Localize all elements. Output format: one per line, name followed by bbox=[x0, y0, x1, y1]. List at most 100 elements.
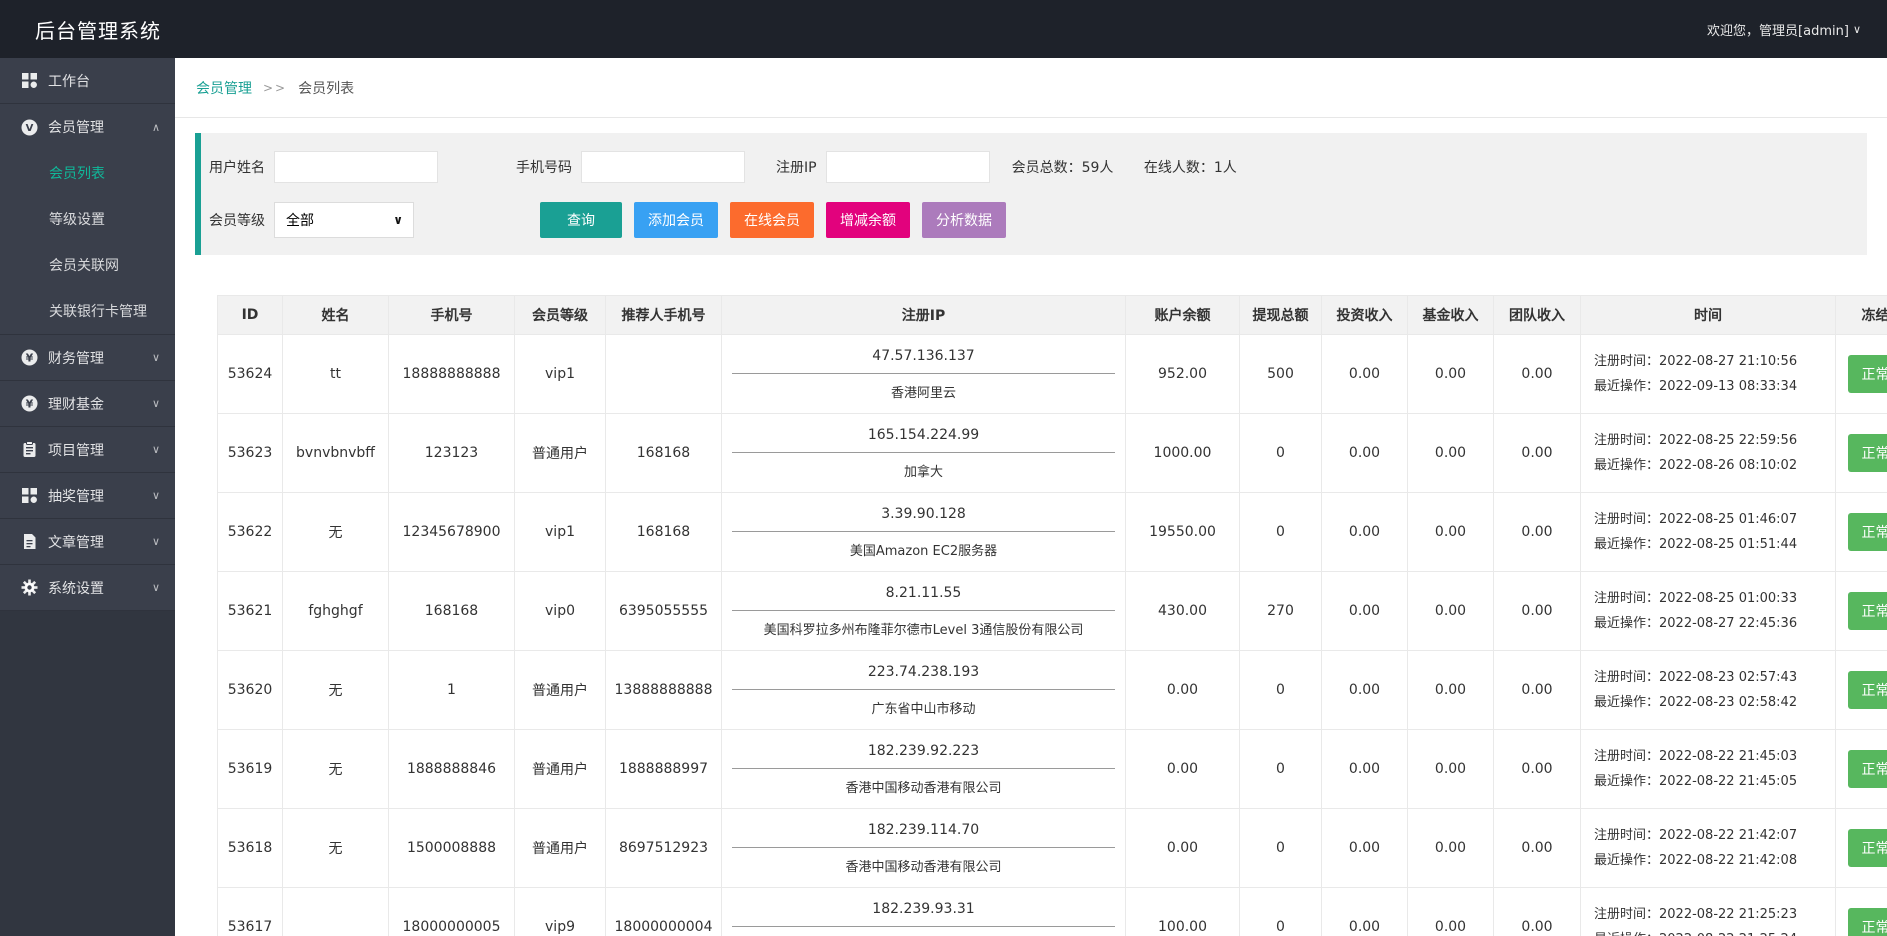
adjust-balance-button[interactable]: 增减余额 bbox=[826, 202, 910, 238]
main-content: 会员管理 >> 会员列表 用户姓名 手机号码 注册IP 会员总数：59人 在线人… bbox=[175, 58, 1887, 936]
register-time-line: 注册时间：2022-08-25 22:59:56 bbox=[1594, 428, 1835, 453]
chevron-down-icon: ∨ bbox=[152, 535, 160, 548]
sidebar-item-level-settings[interactable]: 等级设置 bbox=[0, 196, 175, 242]
cell-level: vip9 bbox=[515, 888, 606, 936]
register-time-line: 注册时间：2022-08-25 01:46:07 bbox=[1594, 507, 1835, 532]
ip-address: 47.57.136.137 bbox=[732, 348, 1115, 374]
ip-location: 广东省中山市移动 bbox=[722, 690, 1125, 717]
sidebar-item-bank-card[interactable]: 关联银行卡管理 bbox=[0, 288, 175, 334]
column-header-invest-income: 投资收入 bbox=[1322, 296, 1408, 335]
cell-team-income: 0.00 bbox=[1494, 888, 1581, 936]
svg-text:V: V bbox=[26, 123, 34, 134]
status-normal-badge[interactable]: 正常 bbox=[1848, 513, 1887, 551]
table-row: 53624 tt 18888888888 vip1 47.57.136.137 … bbox=[218, 335, 1887, 414]
cell-name: fghghgf bbox=[283, 572, 389, 651]
admin-account-menu[interactable]: 欢迎您，管理员[admin] ∨ bbox=[1707, 20, 1887, 39]
sidebar-item-member-list[interactable]: 会员列表 bbox=[0, 150, 175, 196]
cell-fund-income: 0.00 bbox=[1408, 730, 1494, 809]
cell-name: tt bbox=[283, 335, 389, 414]
sidebar-item-member-management[interactable]: V 会员管理 ∧ bbox=[0, 104, 175, 150]
cell-id: 53622 bbox=[218, 493, 283, 572]
last-operation-line: 最近操作：2022-08-22 21:45:05 bbox=[1594, 769, 1835, 794]
column-header-team-income: 团队收入 bbox=[1494, 296, 1581, 335]
sidebar-item-system-settings[interactable]: 系统设置 ∨ bbox=[0, 565, 175, 611]
phone-input[interactable] bbox=[581, 151, 745, 183]
username-label: 用户姓名 bbox=[209, 157, 265, 177]
status-normal-badge[interactable]: 正常 bbox=[1848, 434, 1887, 472]
member-table: ID 姓名 手机号 会员等级 推荐人手机号 注册IP 账户余额 提现总额 投资收… bbox=[217, 295, 1887, 936]
column-header-register-ip: 注册IP bbox=[722, 296, 1126, 335]
cell-time: 注册时间：2022-08-22 21:42:07 最近操作：2022-08-22… bbox=[1581, 809, 1836, 888]
cell-register-ip: 165.154.224.99 加拿大 bbox=[722, 414, 1126, 493]
breadcrumb-parent-link[interactable]: 会员管理 bbox=[196, 78, 252, 98]
status-normal-badge[interactable]: 正常 bbox=[1848, 671, 1887, 709]
cell-balance: 1000.00 bbox=[1126, 414, 1240, 493]
cell-register-ip: 182.239.93.31 香港中国移动香港有限公司 bbox=[722, 888, 1126, 936]
cell-level: 普通用户 bbox=[515, 651, 606, 730]
settings-gear-icon bbox=[21, 579, 38, 596]
status-normal-badge[interactable]: 正常 bbox=[1848, 355, 1887, 393]
filter-row-actions: 会员等级 全部 ∨ 查询 添加会员 在线会员 增减余额 分析数据 bbox=[209, 202, 1867, 238]
member-level-label: 会员等级 bbox=[209, 210, 265, 230]
cell-withdraw: 270 bbox=[1240, 572, 1322, 651]
table-row: 53617 18000000005 vip9 18000000004 182.2… bbox=[218, 888, 1887, 936]
cell-withdraw: 0 bbox=[1240, 888, 1322, 936]
cell-id: 53624 bbox=[218, 335, 283, 414]
breadcrumb-current: 会员列表 bbox=[298, 78, 354, 98]
cell-withdraw: 0 bbox=[1240, 730, 1322, 809]
online-members-value: 1人 bbox=[1214, 160, 1237, 176]
query-button[interactable]: 查询 bbox=[540, 202, 622, 238]
total-members-label: 会员总数： bbox=[1012, 160, 1082, 176]
cell-register-ip: 182.239.92.223 香港中国移动香港有限公司 bbox=[722, 730, 1126, 809]
member-level-selected-value: 全部 bbox=[286, 210, 314, 230]
sidebar-item-article[interactable]: 文章管理 ∨ bbox=[0, 519, 175, 565]
member-table-wrap: ID 姓名 手机号 会员等级 推荐人手机号 注册IP 账户余额 提现总额 投资收… bbox=[217, 295, 1887, 936]
status-normal-badge[interactable]: 正常 bbox=[1848, 592, 1887, 630]
ip-location: 美国Amazon EC2服务器 bbox=[722, 532, 1125, 559]
sidebar-item-workbench[interactable]: 工作台 bbox=[0, 58, 175, 104]
add-member-button[interactable]: 添加会员 bbox=[634, 202, 718, 238]
ip-address: 182.239.92.223 bbox=[732, 743, 1115, 769]
cell-phone: 12345678900 bbox=[389, 493, 515, 572]
cell-fund-income: 0.00 bbox=[1408, 414, 1494, 493]
cell-referrer: 168168 bbox=[606, 414, 722, 493]
sidebar-item-project[interactable]: 项目管理 ∨ bbox=[0, 427, 175, 473]
app-title: 后台管理系统 bbox=[0, 15, 161, 44]
analyze-data-button[interactable]: 分析数据 bbox=[922, 202, 1006, 238]
svg-text:¥: ¥ bbox=[26, 352, 34, 365]
cell-time: 注册时间：2022-08-22 21:45:03 最近操作：2022-08-22… bbox=[1581, 730, 1836, 809]
cell-referrer: 168168 bbox=[606, 493, 722, 572]
sidebar-item-finance[interactable]: ¥ 财务管理 ∨ bbox=[0, 335, 175, 381]
username-input[interactable] bbox=[274, 151, 438, 183]
phone-label: 手机号码 bbox=[516, 157, 572, 177]
cell-balance: 0.00 bbox=[1126, 730, 1240, 809]
cell-invest-income: 0.00 bbox=[1322, 809, 1408, 888]
status-normal-badge[interactable]: 正常 bbox=[1848, 750, 1887, 788]
member-v-icon: V bbox=[21, 119, 38, 136]
cell-balance: 0.00 bbox=[1126, 809, 1240, 888]
cell-team-income: 0.00 bbox=[1494, 335, 1581, 414]
cell-level: 普通用户 bbox=[515, 414, 606, 493]
cell-name bbox=[283, 888, 389, 936]
finance-yen-icon: ¥ bbox=[21, 349, 38, 366]
member-level-select[interactable]: 全部 ∨ bbox=[274, 202, 414, 238]
cell-level: 普通用户 bbox=[515, 730, 606, 809]
online-members-button[interactable]: 在线会员 bbox=[730, 202, 814, 238]
column-header-phone: 手机号 bbox=[389, 296, 515, 335]
register-ip-input[interactable] bbox=[826, 151, 990, 183]
cell-phone: 1888888846 bbox=[389, 730, 515, 809]
cell-withdraw: 0 bbox=[1240, 493, 1322, 572]
status-normal-badge[interactable]: 正常 bbox=[1848, 829, 1887, 867]
sidebar-group-member: V 会员管理 ∧ 会员列表 等级设置 会员关联网 关联银行卡管理 bbox=[0, 104, 175, 335]
cell-freeze-status: 正常 bbox=[1836, 651, 1887, 730]
cell-referrer bbox=[606, 335, 722, 414]
sidebar-nav: 工作台 V 会员管理 ∧ 会员列表 等级设置 会员关联网 关联银行卡管理 bbox=[0, 58, 175, 611]
sidebar-item-lottery[interactable]: 抽奖管理 ∨ bbox=[0, 473, 175, 519]
column-header-balance: 账户余额 bbox=[1126, 296, 1240, 335]
sidebar-item-member-network[interactable]: 会员关联网 bbox=[0, 242, 175, 288]
status-normal-badge[interactable]: 正常 bbox=[1848, 908, 1887, 936]
cell-freeze-status: 正常 bbox=[1836, 730, 1887, 809]
ip-address: 8.21.11.55 bbox=[732, 585, 1115, 611]
sidebar-item-fund[interactable]: ¥ 理财基金 ∨ bbox=[0, 381, 175, 427]
table-row: 53623 bvnvbnvbff 123123 普通用户 168168 165.… bbox=[218, 414, 1887, 493]
